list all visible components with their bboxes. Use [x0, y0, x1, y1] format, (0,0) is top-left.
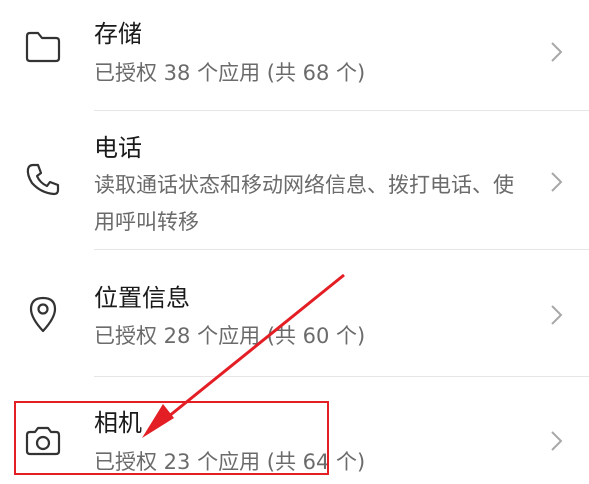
- permission-item-storage[interactable]: 存储 已授权 38 个应用 (共 68 个): [0, 0, 589, 111]
- permission-list: 存储 已授权 38 个应用 (共 68 个) 电话 读取通话状态和移动网络信息、…: [0, 0, 589, 484]
- chevron-right-icon: [549, 429, 565, 453]
- phone-icon: [22, 159, 64, 201]
- permission-subtitle: 已授权 38 个应用 (共 68 个): [94, 61, 366, 85]
- permission-title: 电话: [94, 134, 142, 162]
- chevron-right-icon: [549, 303, 565, 327]
- permission-item-location[interactable]: 位置信息 已授权 28 个应用 (共 60 个): [0, 250, 589, 377]
- camera-icon: [22, 420, 64, 462]
- permission-title: 存储: [94, 20, 142, 48]
- chevron-right-icon: [549, 170, 565, 194]
- location-pin-icon: [22, 293, 64, 335]
- permission-subtitle: 已授权 28 个应用 (共 60 个): [94, 324, 366, 348]
- permission-item-phone[interactable]: 电话 读取通话状态和移动网络信息、拨打电话、使用呼叫转移: [0, 111, 589, 250]
- chevron-right-icon: [549, 40, 565, 64]
- permission-subtitle: 已授权 23 个应用 (共 64 个): [94, 450, 366, 474]
- permission-item-camera[interactable]: 相机 已授权 23 个应用 (共 64 个): [0, 377, 589, 484]
- permission-subtitle: 读取通话状态和移动网络信息、拨打电话、使用呼叫转移: [94, 173, 514, 234]
- permission-title: 位置信息: [94, 284, 190, 312]
- permission-title: 相机: [94, 409, 142, 437]
- folder-icon: [22, 26, 64, 68]
